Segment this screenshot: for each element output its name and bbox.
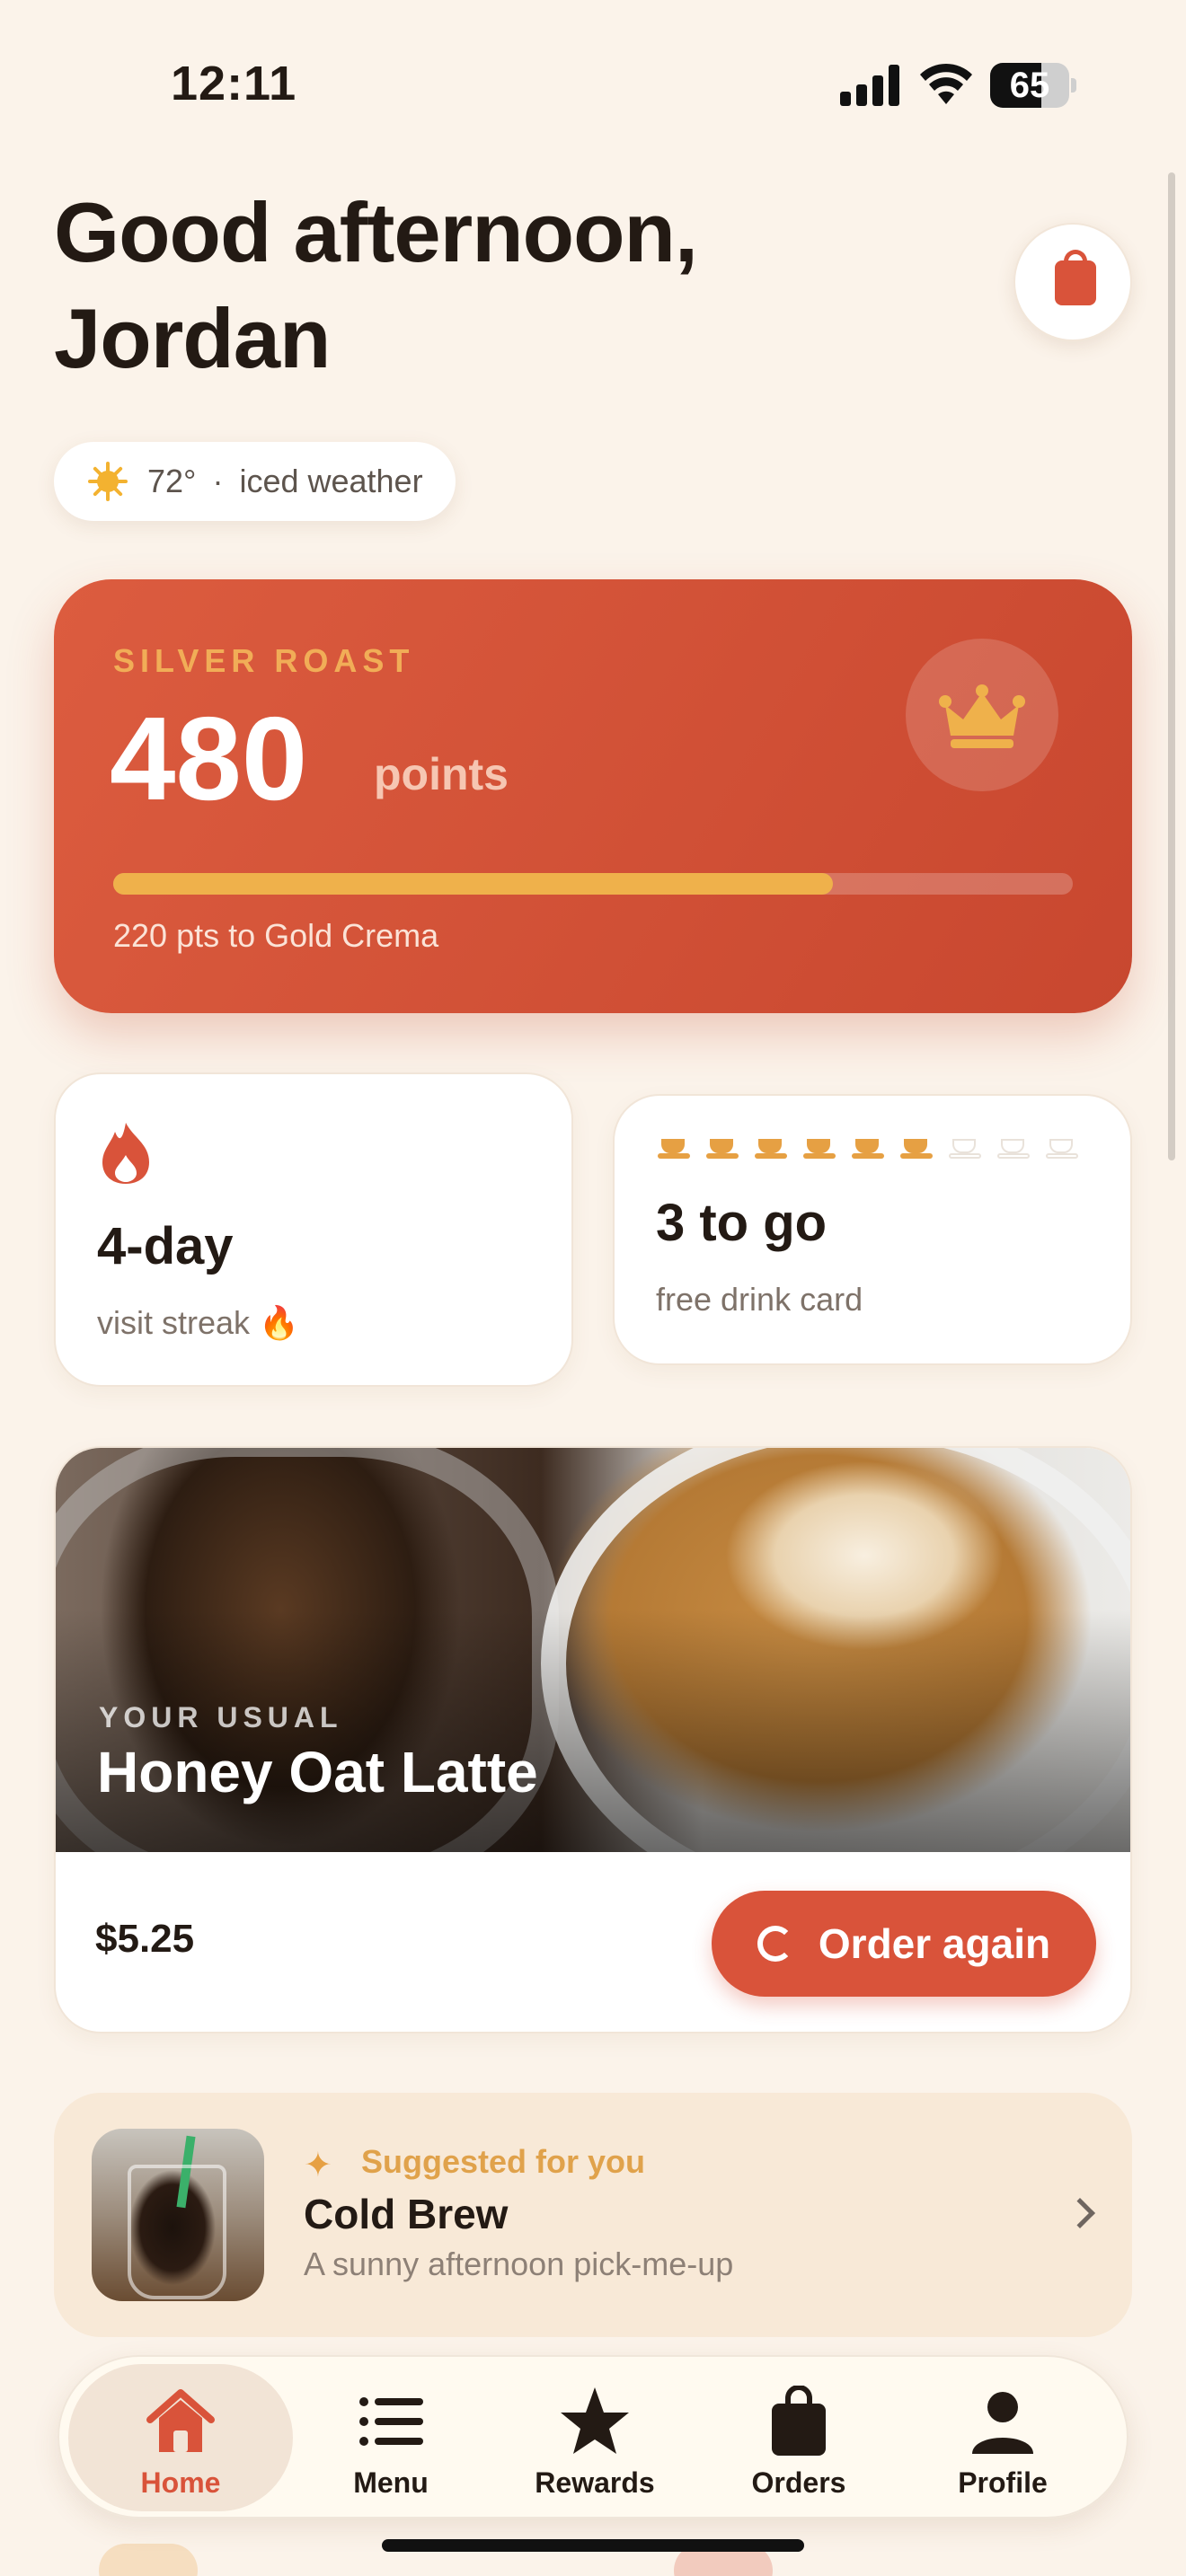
user-name: Jordan bbox=[54, 291, 331, 385]
streak-label: visit streak 🔥 bbox=[97, 1304, 299, 1341]
status-time: 12:11 bbox=[171, 57, 297, 110]
sparkle-icon: ✦ bbox=[304, 2147, 332, 2184]
stamp-filled-icon bbox=[755, 1137, 787, 1160]
stamp-filled-icon bbox=[658, 1137, 690, 1160]
tab-profile[interactable]: Profile bbox=[890, 2364, 1115, 2511]
usual-order-card[interactable]: YOUR USUAL Honey Oat Latte $5.25 Order a… bbox=[54, 1446, 1132, 2033]
weather-separator: · bbox=[212, 463, 224, 499]
tab-label: Home bbox=[140, 2466, 221, 2499]
suggested-name: Cold Brew bbox=[304, 2191, 509, 2237]
battery-level: 65 bbox=[1009, 66, 1050, 105]
star-icon bbox=[561, 2387, 629, 2454]
stamp-filled-icon bbox=[900, 1137, 933, 1160]
tab-rewards[interactable]: Rewards bbox=[482, 2364, 707, 2511]
battery-icon: 65 bbox=[990, 63, 1076, 108]
cold-brew-photo bbox=[92, 2129, 264, 2301]
home-indicator[interactable] bbox=[382, 2539, 804, 2552]
stamp-empty-icon bbox=[949, 1137, 981, 1160]
tier-progress-fill bbox=[113, 873, 833, 895]
tab-label: Orders bbox=[751, 2466, 846, 2499]
weather-temp: 72° bbox=[147, 463, 197, 499]
tab-home[interactable]: Home bbox=[68, 2364, 293, 2511]
chevron-right-icon bbox=[1065, 2198, 1095, 2228]
latte-photo: YOUR USUAL Honey Oat Latte bbox=[56, 1448, 1130, 1852]
usual-price: $5.25 bbox=[95, 1917, 195, 1961]
next-tier-text: 220 pts to Gold Crema bbox=[113, 917, 439, 954]
usual-drink-name: Honey Oat Latte bbox=[97, 1740, 538, 1804]
cellular-signal-icon bbox=[840, 65, 901, 106]
stamp-filled-icon bbox=[706, 1137, 739, 1160]
tab-bar: Home Menu Rewards Orders Profile bbox=[58, 2355, 1128, 2519]
order-again-label: Order again bbox=[818, 1920, 1051, 1967]
scrollbar[interactable] bbox=[1168, 172, 1175, 1160]
points-value: 480 bbox=[110, 693, 308, 825]
visit-streak-card[interactable]: 4-day visit streak 🔥 bbox=[54, 1072, 573, 1387]
order-again-button[interactable]: Order again bbox=[712, 1891, 1096, 1997]
cart-button[interactable] bbox=[1013, 223, 1132, 341]
stamp-filled-icon bbox=[803, 1137, 836, 1160]
rewards-points-card[interactable]: SILVER ROAST 480 points 220 pts to Gold … bbox=[54, 579, 1132, 1013]
tab-label: Profile bbox=[958, 2466, 1048, 2499]
flame-icon bbox=[102, 1123, 149, 1184]
tier-progress-bar bbox=[113, 873, 1073, 895]
person-icon bbox=[972, 2392, 1033, 2454]
suggested-item-card[interactable]: ✦ Suggested for you Cold Brew A sunny af… bbox=[54, 2093, 1132, 2337]
drink-stamps bbox=[658, 1137, 1078, 1160]
tier-label: SILVER ROAST bbox=[113, 642, 415, 679]
usual-eyebrow: YOUR USUAL bbox=[99, 1701, 343, 1734]
tab-label: Rewards bbox=[535, 2466, 655, 2499]
stamp-filled-icon bbox=[852, 1137, 884, 1160]
bag-icon bbox=[772, 2386, 826, 2456]
hidden-chip bbox=[99, 2544, 198, 2576]
tab-label: Menu bbox=[353, 2466, 429, 2499]
crown-icon bbox=[939, 684, 1025, 748]
tier-badge bbox=[906, 639, 1058, 791]
streak-value: 4-day bbox=[97, 1217, 234, 1275]
home-icon bbox=[146, 2389, 215, 2452]
drink-card-label: free drink card bbox=[656, 1281, 863, 1318]
drinks-remaining: 3 to go bbox=[656, 1194, 828, 1252]
refresh-icon bbox=[757, 1926, 793, 1962]
weather-chip: 72° · iced weather bbox=[54, 442, 456, 521]
list-icon bbox=[359, 2397, 423, 2446]
free-drink-card[interactable]: 3 to go free drink card bbox=[613, 1094, 1132, 1365]
tab-orders[interactable]: Orders bbox=[686, 2364, 911, 2511]
sun-icon bbox=[88, 462, 128, 501]
weather-label: iced weather bbox=[239, 463, 423, 499]
suggested-eyebrow: Suggested for you bbox=[361, 2143, 646, 2180]
points-unit: points bbox=[374, 749, 509, 799]
greeting-line: Good afternoon, bbox=[54, 185, 698, 279]
wifi-icon bbox=[920, 63, 972, 104]
tab-menu[interactable]: Menu bbox=[279, 2364, 503, 2511]
stamp-empty-icon bbox=[1046, 1137, 1078, 1160]
suggested-description: A sunny afternoon pick-me-up bbox=[304, 2245, 734, 2282]
stamp-empty-icon bbox=[997, 1137, 1030, 1160]
page-title: Good afternoon, Jordan bbox=[54, 180, 698, 392]
